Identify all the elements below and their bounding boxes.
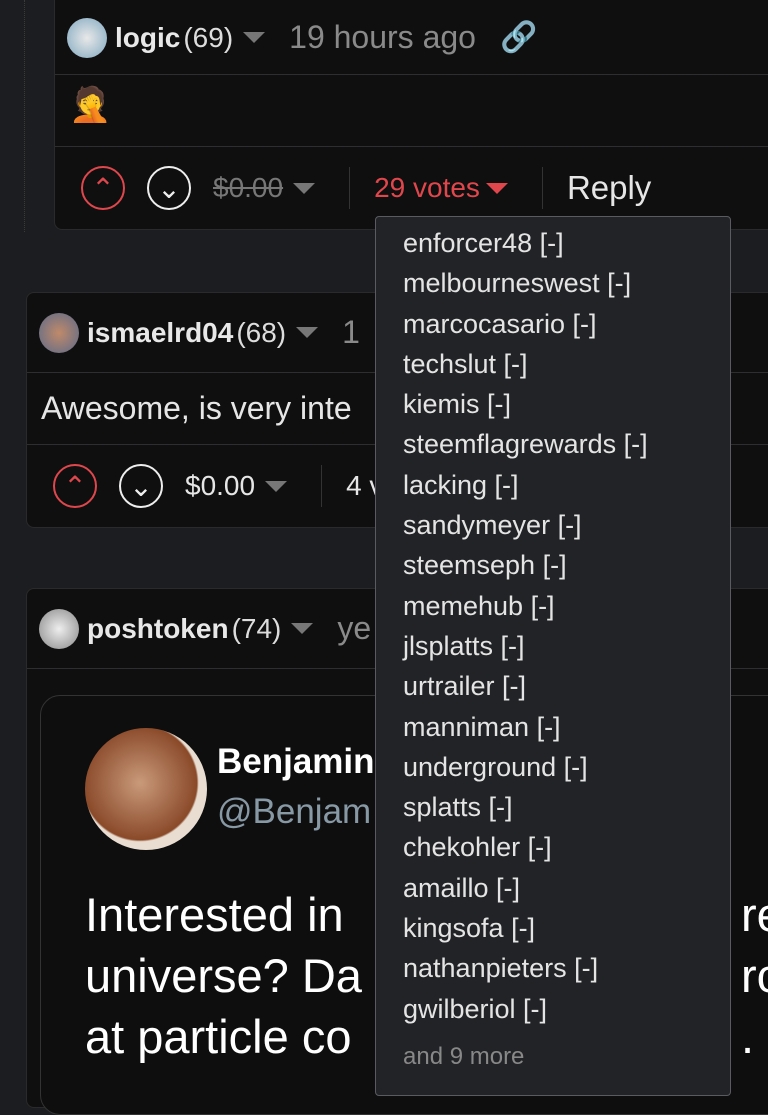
more-voters-link[interactable]: and 9 more (403, 1039, 730, 1079)
voter-item[interactable]: gwilberiol [-] (403, 991, 730, 1031)
voter-item[interactable]: underground [-] (403, 749, 730, 789)
divider (541, 167, 543, 209)
author-name[interactable]: ismaelrd04 (87, 317, 233, 349)
downvote-button[interactable]: ⌄ (119, 464, 163, 508)
payout[interactable]: $0.00 (185, 470, 255, 502)
tweet-line: . E (741, 1010, 768, 1063)
voter-item[interactable]: techslut [-] (403, 346, 730, 386)
voter-item[interactable]: urtrailer [-] (403, 668, 730, 708)
voter-item[interactable]: manniman [-] (403, 709, 730, 749)
avatar[interactable] (67, 17, 107, 58)
votes-toggle[interactable]: 29 votes (374, 172, 480, 204)
author-name[interactable]: poshtoken (87, 613, 229, 645)
voter-item[interactable]: chekohler [-] (403, 829, 730, 869)
voter-item[interactable]: sandymeyer [-] (403, 507, 730, 547)
upvote-button[interactable]: ⌃ (81, 166, 125, 210)
payout-caret-icon[interactable] (293, 182, 316, 194)
reputation: (74) (231, 612, 282, 644)
voter-item[interactable]: kingsofa [-] (403, 910, 730, 950)
tweet-line: rc (741, 949, 768, 1002)
voter-item[interactable]: marcocasario [-] (403, 306, 730, 346)
voter-item[interactable]: memehub [-] (403, 588, 730, 628)
votes-caret-icon[interactable] (485, 182, 508, 194)
voter-item[interactable]: amaillo [-] (403, 870, 730, 910)
tweet-line: re (741, 888, 768, 941)
upvote-button[interactable]: ⌃ (53, 464, 97, 508)
tweet-text-right: re rc . E (741, 884, 768, 1067)
tweet-text: Interested in universe? Da at particle c… (85, 884, 362, 1067)
comment-body: 🤦 (55, 75, 768, 147)
voter-item[interactable]: splatts [-] (403, 789, 730, 829)
divider (349, 167, 351, 209)
author-menu-caret-icon[interactable] (296, 327, 319, 338)
voter-item[interactable]: lacking [-] (403, 467, 730, 507)
avatar[interactable] (39, 312, 79, 353)
tweet-line: Interested in (85, 888, 344, 941)
timestamp[interactable]: 1 (342, 314, 360, 351)
voter-item[interactable]: steemseph [-] (403, 547, 730, 587)
link-icon[interactable]: 🔗 (500, 20, 537, 55)
payout-caret-icon[interactable] (265, 480, 288, 492)
tweet-avatar[interactable] (85, 728, 207, 850)
voter-item[interactable]: nathanpieters [-] (403, 950, 730, 990)
reputation: (68) (236, 316, 287, 348)
comment-header: logic (69) 19 hours ago 🔗 (55, 0, 768, 75)
voter-item[interactable]: kiemis [-] (403, 386, 730, 426)
tweet-author-name[interactable]: Benjamin (217, 742, 375, 782)
avatar[interactable] (39, 608, 79, 649)
reputation: (69) (183, 21, 234, 53)
tweet-handle[interactable]: @Benjam (217, 792, 371, 832)
tweet-line: universe? Da (85, 949, 362, 1002)
voter-item[interactable]: enforcer48 [-] (403, 225, 730, 265)
timestamp[interactable]: ye (337, 610, 371, 647)
voter-item[interactable]: steemflagrewards [-] (403, 426, 730, 466)
tweet-line: at particle co (85, 1010, 352, 1063)
divider (321, 465, 323, 507)
author-menu-caret-icon[interactable] (243, 32, 266, 43)
timestamp[interactable]: 19 hours ago (289, 19, 476, 56)
reply-button[interactable]: Reply (567, 169, 651, 207)
author-menu-caret-icon[interactable] (291, 623, 314, 634)
thread-guide (24, 0, 25, 232)
comment-logic: logic (69) 19 hours ago 🔗 🤦 ⌃ ⌄ $0.00 29… (54, 0, 768, 230)
voters-dropdown: enforcer48 [-] melbourneswest [-] marcocas… (375, 216, 731, 1096)
author-name[interactable]: logic (115, 22, 180, 54)
downvote-button[interactable]: ⌄ (147, 166, 191, 210)
voter-item[interactable]: jlsplatts [-] (403, 628, 730, 668)
payout[interactable]: $0.00 (213, 172, 283, 204)
voter-item[interactable]: melbourneswest [-] (403, 265, 730, 305)
